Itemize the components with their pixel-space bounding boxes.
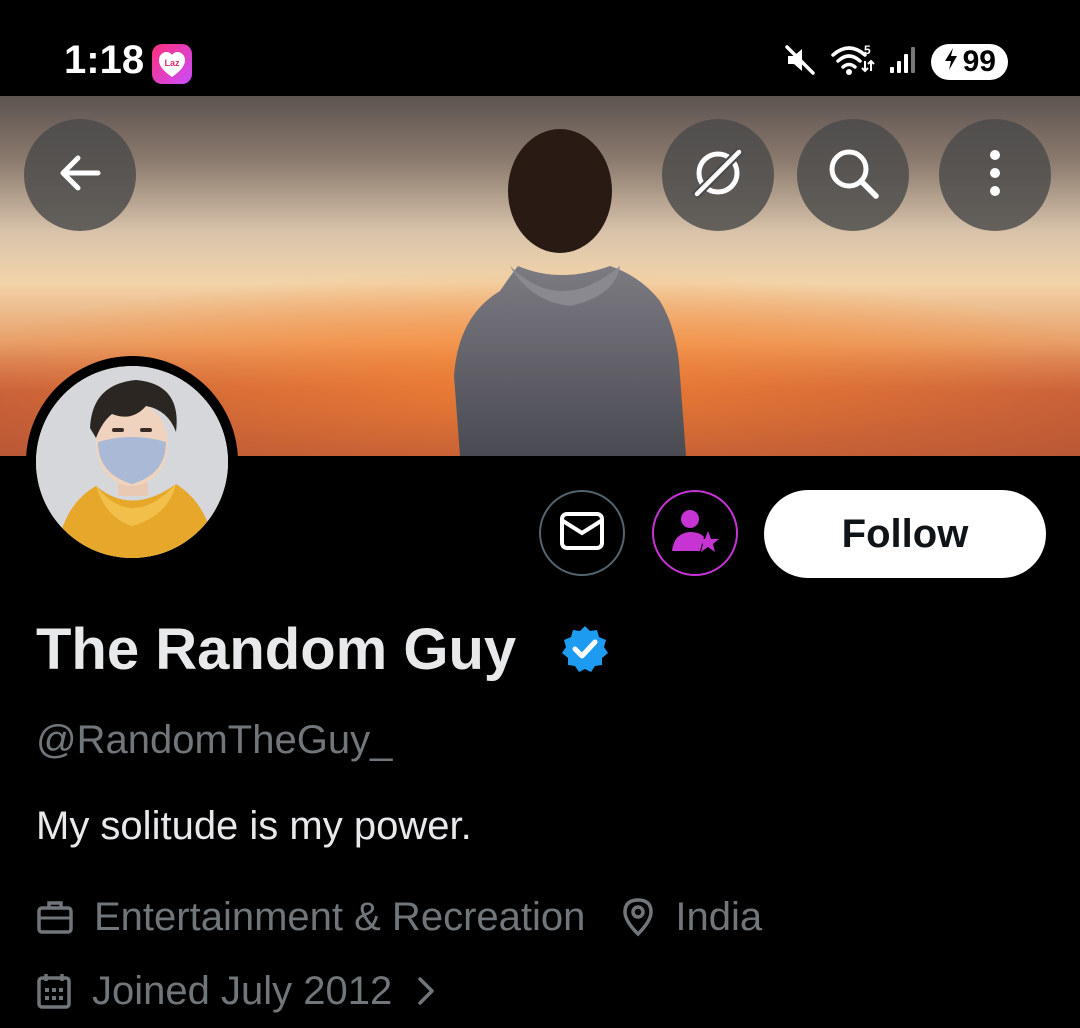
banner-person-silhouette [454,129,686,456]
lazada-app-icon: Laz [152,44,192,84]
subscribe-icon [670,507,720,560]
profile-joined-row[interactable]: Joined July 2012 [36,966,436,1016]
mute-icon [783,43,817,82]
more-vertical-icon [985,143,1005,208]
chevron-right-icon [416,975,436,1007]
network-label: 5 [864,43,871,57]
status-icons: 5 99 [783,42,1008,82]
wifi-icon: 5 [830,43,875,82]
briefcase-icon [36,899,74,935]
follow-button[interactable]: Follow [764,490,1046,578]
verified-badge-icon[interactable] [560,624,610,679]
calendar-icon [36,972,72,1010]
charging-icon [943,45,959,79]
subscribe-button[interactable] [652,490,738,576]
avatar-image [36,366,228,558]
search-button[interactable] [797,119,909,231]
status-bar: 1:18 Laz 5 99 [0,0,1080,96]
profile-avatar[interactable] [26,356,238,568]
status-time: 1:18 [64,38,145,82]
battery-level: 99 [962,45,996,78]
profile-joined-date: Joined July 2012 [92,968,393,1013]
more-options-button[interactable] [939,119,1051,231]
location-pin-icon [621,897,655,937]
profile-category: Entertainment & Recreation [94,894,586,939]
grok-button[interactable] [662,119,774,231]
display-name: The Random Guy [36,617,517,682]
signal-icon [889,45,917,80]
grok-icon [687,142,749,209]
message-icon [559,511,605,556]
battery-indicator: 99 [930,44,1008,80]
back-arrow-icon [52,145,108,206]
profile-location: India [675,894,763,939]
app-badge-label: Laz [164,58,180,68]
profile-bio: My solitude is my power. [36,804,472,848]
message-button[interactable] [539,490,625,576]
back-button[interactable] [24,119,136,231]
profile-meta-row: Entertainment & Recreation India [36,892,762,942]
profile-handle: @RandomTheGuy_ [36,718,393,762]
search-icon [822,142,884,209]
